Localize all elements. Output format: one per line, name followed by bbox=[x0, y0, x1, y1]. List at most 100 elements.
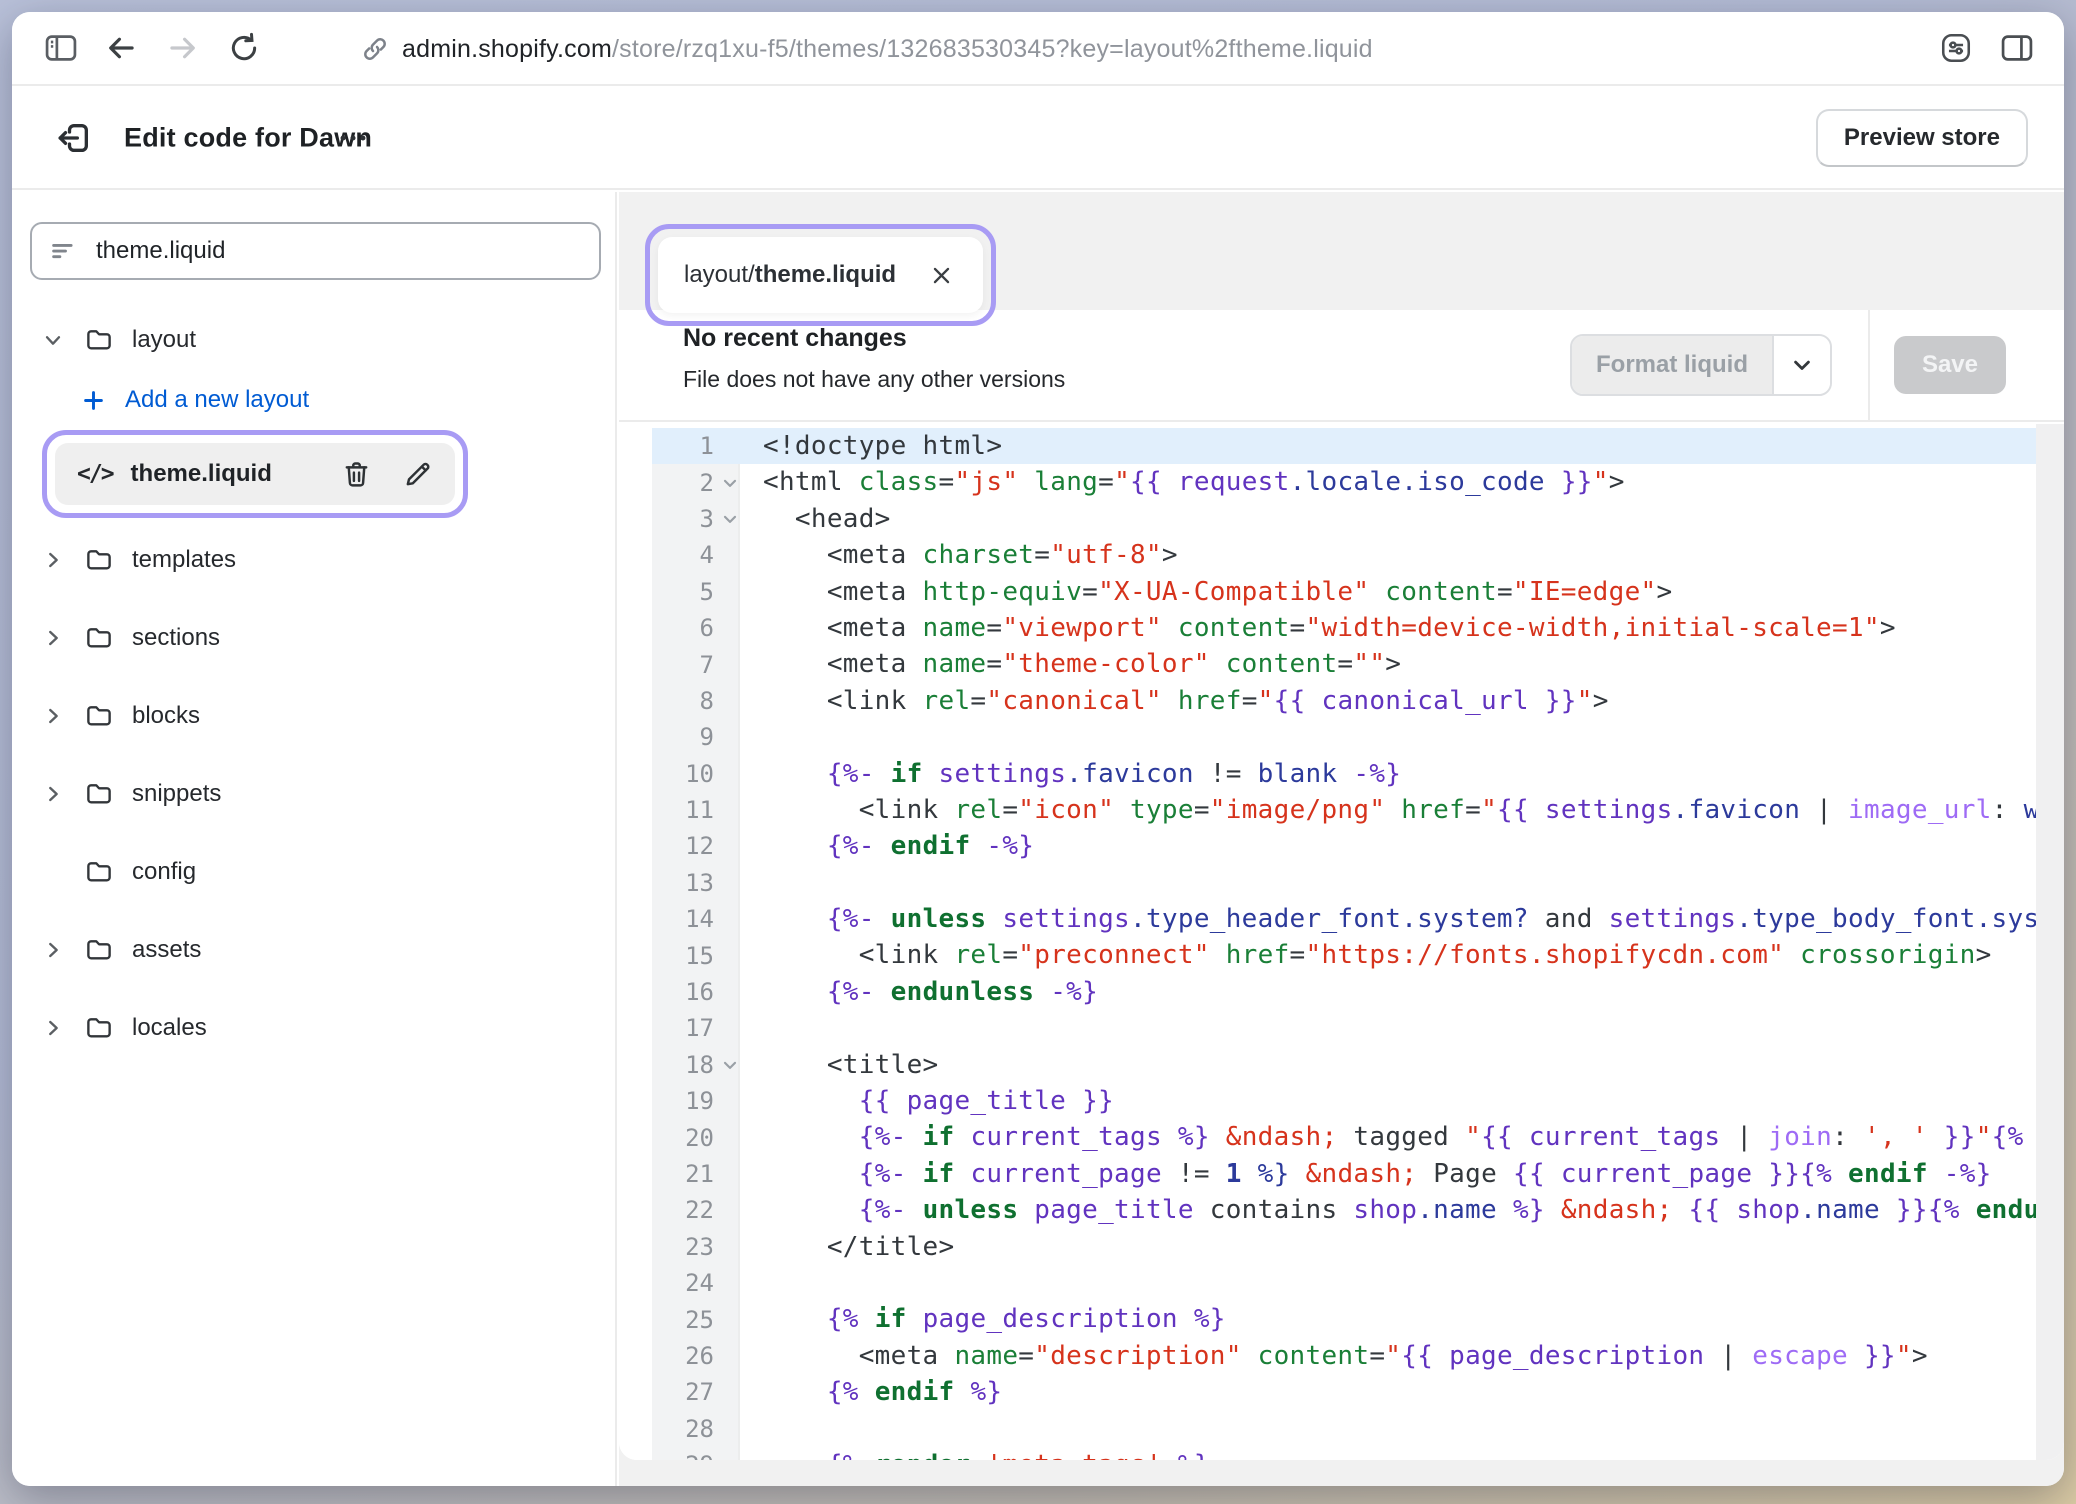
code-line[interactable]: 6 <meta name="viewport" content="width=d… bbox=[619, 610, 2036, 646]
code-line[interactable]: 10 {%- if settings.favicon != blank -%} bbox=[619, 756, 2036, 792]
chevron-right-icon[interactable] bbox=[40, 549, 66, 571]
gutter-cell: 1 bbox=[652, 428, 740, 464]
code-line[interactable]: 26 <meta name="description" content="{{ … bbox=[619, 1338, 2036, 1374]
folder-label: assets bbox=[132, 936, 201, 964]
sidebar-item-snippets[interactable]: snippets bbox=[12, 770, 615, 818]
header-divider bbox=[1868, 310, 1870, 420]
code-line[interactable]: 9 bbox=[619, 719, 2036, 755]
code-line[interactable]: 11 <link rel="icon" type="image/png" hre… bbox=[619, 792, 2036, 828]
code-line[interactable]: 15 <link rel="preconnect" href="https://… bbox=[619, 937, 2036, 973]
gutter-cell: 11 bbox=[652, 792, 740, 828]
gutter-spacer bbox=[619, 1156, 652, 1192]
gutter-cell: 3 bbox=[652, 501, 740, 537]
status-title: No recent changes bbox=[683, 324, 907, 353]
fold-chevron-icon[interactable] bbox=[720, 509, 740, 529]
code-line[interactable]: 21 {%- if current_page != 1 %} &ndash; P… bbox=[619, 1156, 2036, 1192]
gutter-spacer bbox=[619, 719, 652, 755]
chevron-down-icon[interactable] bbox=[1772, 336, 1830, 394]
gutter-spacer bbox=[619, 1192, 652, 1228]
code-line[interactable]: 14 {%- unless settings.type_header_font.… bbox=[619, 901, 2036, 937]
save-button[interactable]: Save bbox=[1894, 336, 2006, 394]
code-line[interactable]: 28 bbox=[619, 1411, 2036, 1447]
line-number: 9 bbox=[700, 725, 740, 749]
code-line[interactable]: 19 {{ page_title }} bbox=[619, 1083, 2036, 1119]
code-line[interactable]: 29 {% render 'meta-tags' %} bbox=[619, 1447, 2036, 1460]
code-line[interactable]: 13 bbox=[619, 865, 2036, 901]
fold-chevron-icon[interactable] bbox=[720, 473, 740, 493]
gutter-spacer bbox=[619, 1447, 652, 1460]
code-line[interactable]: 25 {% if page_description %} bbox=[619, 1301, 2036, 1337]
fold-chevron-icon[interactable] bbox=[720, 1055, 740, 1075]
line-number: 29 bbox=[685, 1453, 740, 1460]
rename-file-icon[interactable] bbox=[402, 459, 433, 490]
chevron-right-icon[interactable] bbox=[40, 783, 66, 805]
file-search-field[interactable] bbox=[30, 222, 601, 280]
browser-page-settings-icon[interactable] bbox=[1934, 26, 1978, 70]
line-number: 21 bbox=[685, 1162, 740, 1186]
sidebar-item-theme-liquid[interactable]: </>theme.liquid bbox=[55, 443, 455, 505]
chevron-right-icon[interactable] bbox=[40, 705, 66, 727]
gutter-spacer bbox=[619, 974, 652, 1010]
browser-forward-icon[interactable] bbox=[160, 25, 206, 71]
format-liquid-button[interactable]: Format liquid bbox=[1570, 334, 1832, 396]
code-line[interactable]: 24 bbox=[619, 1265, 2036, 1301]
sidebar-item-locales[interactable]: locales bbox=[12, 1004, 615, 1052]
scrollbar-track[interactable] bbox=[2036, 424, 2064, 1460]
chevron-right-icon[interactable] bbox=[40, 1017, 66, 1039]
line-number: 8 bbox=[700, 689, 740, 713]
code-line[interactable]: 7 <meta name="theme-color" content=""> bbox=[619, 646, 2036, 682]
folder-icon bbox=[84, 779, 114, 809]
code-editor[interactable]: 1<!doctype html>2<html class="js" lang="… bbox=[619, 424, 2064, 1460]
gutter-cell: 14 bbox=[652, 901, 740, 937]
code-line[interactable]: 16 {%- endunless -%} bbox=[619, 974, 2036, 1010]
code-line[interactable]: 12 {%- endif -%} bbox=[619, 828, 2036, 864]
code-line[interactable]: 1<!doctype html> bbox=[619, 428, 2036, 464]
address-bar[interactable]: admin.shopify.com/store/rzq1xu-f5/themes… bbox=[360, 12, 1373, 86]
folder-label: locales bbox=[132, 1014, 207, 1042]
gutter-spacer bbox=[619, 1010, 652, 1046]
sidebar-item-sections[interactable]: sections bbox=[12, 614, 615, 662]
more-options-icon[interactable] bbox=[330, 115, 376, 161]
sidebar-item-blocks[interactable]: blocks bbox=[12, 692, 615, 740]
chevron-right-icon[interactable] bbox=[40, 939, 66, 961]
code-line[interactable]: 23 </title> bbox=[619, 1229, 2036, 1265]
code-line-text: <link rel="icon" type="image/png" href="… bbox=[740, 792, 2036, 828]
sidebar-item-templates[interactable]: templates bbox=[12, 536, 615, 584]
chevron-right-icon[interactable] bbox=[40, 627, 66, 649]
sidebar-item-assets[interactable]: assets bbox=[12, 926, 615, 974]
code-line[interactable]: 18 <title> bbox=[619, 1047, 2036, 1083]
code-line[interactable]: 20 {%- if current_tags %} &ndash; tagged… bbox=[619, 1119, 2036, 1155]
code-line[interactable]: 27 {% endif %} bbox=[619, 1374, 2036, 1410]
code-line-text: <!doctype html> bbox=[740, 428, 1002, 464]
tab-theme-liquid[interactable]: layout/theme.liquid bbox=[658, 237, 983, 313]
code-line[interactable]: 5 <meta http-equiv="X-UA-Compatible" con… bbox=[619, 574, 2036, 610]
gutter-spacer bbox=[619, 1301, 652, 1337]
delete-file-icon[interactable] bbox=[341, 459, 372, 490]
code-line[interactable]: 2<html class="js" lang="{{ request.local… bbox=[619, 464, 2036, 500]
browser-reload-icon[interactable] bbox=[222, 26, 266, 70]
code-line[interactable]: 8 <link rel="canonical" href="{{ canonic… bbox=[619, 683, 2036, 719]
browser-right-panel-icon[interactable] bbox=[1994, 25, 2040, 71]
gutter-cell: 19 bbox=[652, 1083, 740, 1119]
sidebar-item-layout[interactable]: layout bbox=[12, 316, 615, 364]
folder-icon bbox=[84, 701, 114, 731]
preview-store-button[interactable]: Preview store bbox=[1816, 109, 2028, 167]
sidebar-item-config[interactable]: config bbox=[12, 848, 615, 896]
gutter-spacer bbox=[619, 537, 652, 573]
editor-pane: layout/theme.liquid No recent changes Fi… bbox=[619, 192, 2064, 1486]
code-line-text: <title> bbox=[740, 1047, 939, 1083]
browser-back-icon[interactable] bbox=[98, 25, 144, 71]
code-line-text: {% endif %} bbox=[740, 1374, 1002, 1410]
add-new-layout-button[interactable]: Add a new layout bbox=[12, 378, 615, 422]
code-line[interactable]: 3 <head> bbox=[619, 501, 2036, 537]
close-icon[interactable] bbox=[926, 260, 957, 291]
code-line[interactable]: 4 <meta charset="utf-8"> bbox=[619, 537, 2036, 573]
folder-label: layout bbox=[132, 326, 196, 354]
code-line[interactable]: 17 bbox=[619, 1010, 2036, 1046]
exit-editor-icon[interactable] bbox=[50, 114, 98, 162]
line-number: 19 bbox=[685, 1089, 740, 1113]
chevron-down-icon[interactable] bbox=[40, 329, 66, 351]
code-line[interactable]: 22 {%- unless page_title contains shop.n… bbox=[619, 1192, 2036, 1228]
browser-sidebar-toggle-icon[interactable] bbox=[38, 25, 84, 71]
search-input[interactable] bbox=[94, 236, 583, 266]
